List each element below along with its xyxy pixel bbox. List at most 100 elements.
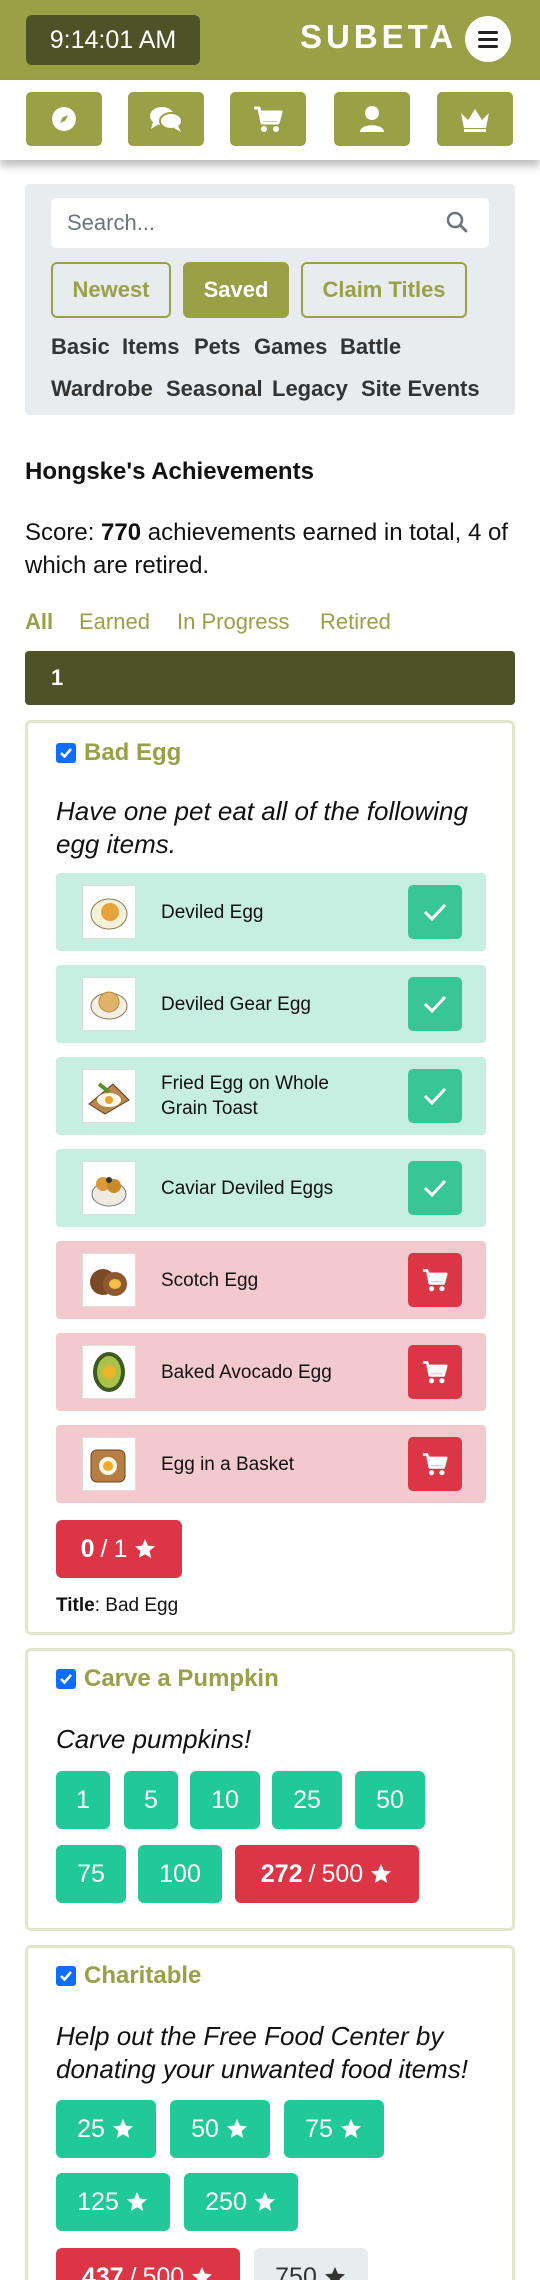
progress-badge: 437/500 <box>56 2248 240 2280</box>
saved-checkbox[interactable] <box>56 1669 76 1689</box>
buy-item-button[interactable] <box>408 1345 462 1399</box>
item-name: Baked Avocado Egg <box>161 1361 332 1383</box>
crown-icon <box>461 109 489 132</box>
tier-badge: 25 <box>272 1771 342 1829</box>
saved-button[interactable]: Saved <box>183 262 289 318</box>
chat-icon <box>150 107 183 132</box>
deviled-egg-image <box>82 885 136 939</box>
star-icon <box>324 2267 345 2280</box>
egg-in-a-basket-image <box>82 1437 136 1491</box>
star-icon <box>371 1864 392 1883</box>
achievement-card-bad-egg: Bad Egg Have one pet eat all of the foll… <box>25 720 515 1635</box>
page-number[interactable]: 1 <box>51 665 63 691</box>
star-icon <box>126 2192 147 2211</box>
star-icon <box>135 1539 156 1558</box>
saved-checkbox[interactable] <box>56 1966 76 1986</box>
list-item: Caviar Deviled Eggs <box>56 1149 486 1227</box>
search-input[interactable] <box>51 198 489 248</box>
menu-button[interactable] <box>465 16 511 62</box>
completed-check-button <box>408 885 462 939</box>
claim-titles-button[interactable]: Claim Titles <box>301 262 467 318</box>
achievement-description: Carve pumpkins! <box>56 1724 252 1754</box>
cart-icon <box>422 1269 448 1292</box>
star-icon <box>192 2267 213 2280</box>
check-icon <box>423 903 447 922</box>
item-name: Deviled Gear Egg <box>161 993 311 1015</box>
achievement-card-charitable: Charitable Help out the Free Food Center… <box>25 1945 515 2280</box>
brand-logo[interactable]: SUBETA <box>300 18 457 56</box>
buy-item-button[interactable] <box>408 1437 462 1491</box>
check-icon <box>423 1087 447 1106</box>
category-pets[interactable]: Pets <box>194 334 240 360</box>
category-basic[interactable]: Basic <box>51 334 110 360</box>
server-clock: 9:14:01 AM <box>26 15 200 65</box>
list-item: Baked Avocado Egg <box>56 1333 486 1411</box>
scotch-egg-image <box>82 1253 136 1307</box>
achievement-description: Help out the Free Food Center by donatin… <box>56 2021 468 2084</box>
list-item: Scotch Egg <box>56 1241 486 1319</box>
profile-button[interactable] <box>334 92 410 146</box>
search-panel: Newest Saved Claim Titles Basic Items Pe… <box>25 184 515 415</box>
pagination-bar: 1 <box>25 651 515 705</box>
baked-avocado-egg-image <box>82 1345 136 1399</box>
category-legacy[interactable]: Legacy <box>272 376 348 402</box>
compass-icon <box>52 107 76 131</box>
top-bar: 9:14:01 AM SUBETA <box>0 0 540 80</box>
category-items[interactable]: Items <box>122 334 179 360</box>
explore-button[interactable] <box>26 92 102 146</box>
star-icon <box>226 2119 247 2138</box>
check-icon <box>423 995 447 1014</box>
category-wardrobe[interactable]: Wardrobe <box>51 376 153 402</box>
completed-check-button <box>408 1069 462 1123</box>
caviar-deviled-eggs-image <box>82 1161 136 1215</box>
progress-badge: 0/1 <box>56 1520 182 1578</box>
category-games[interactable]: Games <box>254 334 327 360</box>
tier-badge: 25 <box>56 2100 156 2158</box>
chat-button[interactable] <box>128 92 204 146</box>
category-seasonal[interactable]: Seasonal <box>166 376 263 402</box>
star-icon <box>112 2119 133 2138</box>
user-icon <box>360 106 384 132</box>
fried-egg-toast-image <box>82 1069 136 1123</box>
item-name: Egg in a Basket <box>161 1453 295 1475</box>
achievement-title: Charitable <box>56 1962 201 1990</box>
completed-check-button <box>408 1161 462 1215</box>
score-summary: Score: 770 achievements earned in total,… <box>25 519 508 579</box>
hamburger-icon <box>478 30 498 34</box>
newest-button[interactable]: Newest <box>51 262 171 318</box>
star-icon <box>254 2192 275 2211</box>
progress-badge: 272/500 <box>235 1845 419 1903</box>
achievement-title: Bad Egg <box>56 739 181 767</box>
page-title: Hongske's Achievements <box>25 458 314 485</box>
filter-retired[interactable]: Retired <box>320 609 391 635</box>
tier-badge: 50 <box>355 1771 425 1829</box>
achievement-title: Carve a Pumpkin <box>56 1665 279 1693</box>
completed-check-button <box>408 977 462 1031</box>
premium-button[interactable] <box>437 92 513 146</box>
list-item: Deviled Egg <box>56 873 486 951</box>
shop-button[interactable] <box>230 92 306 146</box>
check-icon <box>60 1971 72 1982</box>
buy-item-button[interactable] <box>408 1253 462 1307</box>
saved-checkbox[interactable] <box>56 743 76 763</box>
search-icon[interactable] <box>445 210 469 234</box>
tier-badge: 50 <box>170 2100 270 2158</box>
cart-icon <box>422 1361 448 1384</box>
deviled-gear-egg-image <box>82 977 136 1031</box>
score-value: 770 <box>101 519 142 546</box>
filter-earned[interactable]: Earned <box>79 609 150 635</box>
filter-all[interactable]: All <box>25 609 53 635</box>
list-item: Fried Egg on Whole Grain Toast <box>56 1057 486 1135</box>
achievement-card-carve-a-pumpkin: Carve a Pumpkin Carve pumpkins! 1 5 10 2… <box>25 1648 515 1931</box>
achievement-description: Have one pet eat all of the following eg… <box>56 796 468 859</box>
tier-badge: 125 <box>56 2173 170 2231</box>
reward-title: Title: Bad Egg <box>56 1595 179 1616</box>
list-item: Deviled Gear Egg <box>56 965 486 1043</box>
category-site-events[interactable]: Site Events <box>361 376 480 402</box>
item-name: Caviar Deviled Eggs <box>161 1177 334 1199</box>
check-icon <box>60 748 72 759</box>
filter-in-progress[interactable]: In Progress <box>177 609 290 635</box>
category-battle[interactable]: Battle <box>340 334 401 360</box>
cart-icon <box>422 1453 448 1476</box>
check-icon <box>60 1674 72 1685</box>
